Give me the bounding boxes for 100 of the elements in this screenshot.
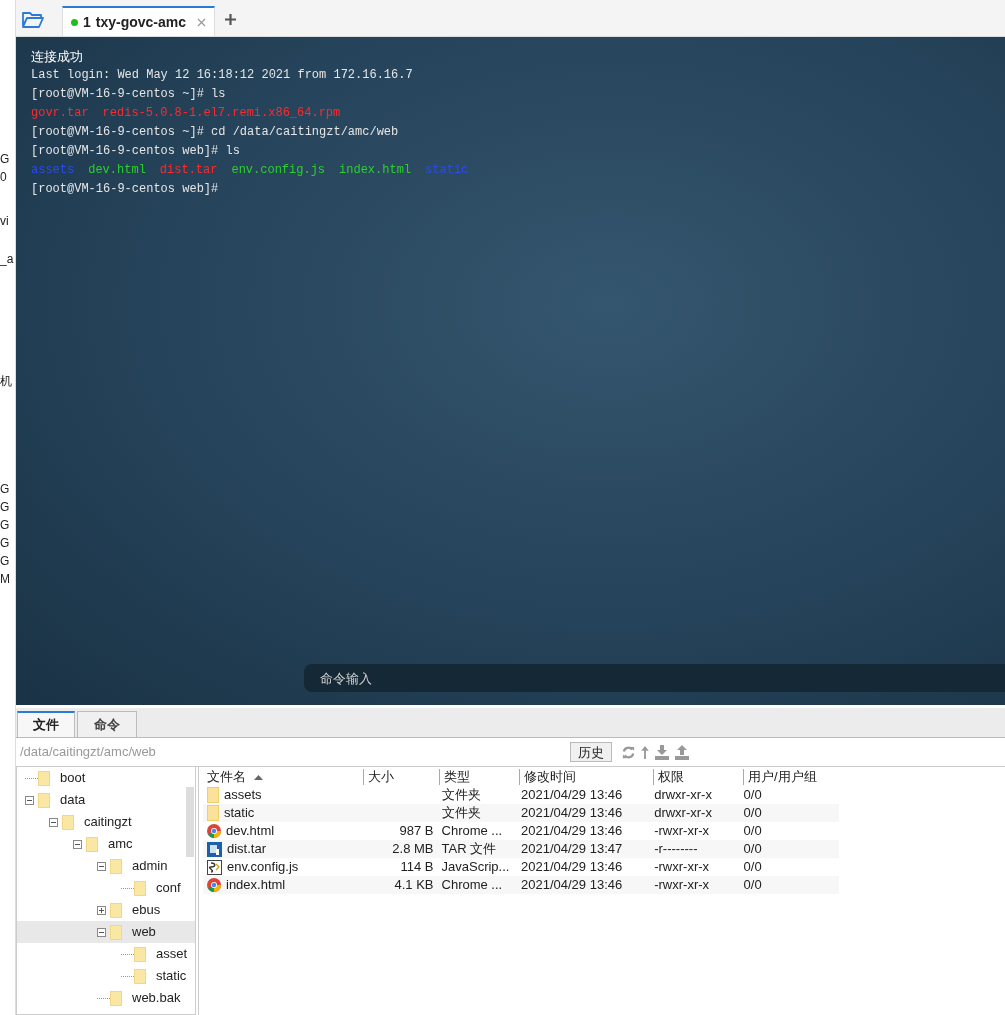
text-fragment: 0: [0, 170, 7, 184]
column-header[interactable]: 用户/用户组: [748, 767, 817, 787]
table-cell-text: JavaScrip...: [441, 858, 510, 877]
column-header[interactable]: 文件名: [207, 767, 246, 787]
folder-icon: [38, 770, 50, 786]
file-name[interactable]: static: [224, 803, 255, 823]
file-name[interactable]: index.html: [226, 875, 286, 895]
text-fragment: vi: [0, 214, 9, 228]
refresh-icon[interactable]: [621, 744, 636, 760]
table-cell-text: 文件夹: [441, 804, 481, 823]
table-cell-text: 2021/04/29 13:46: [521, 804, 623, 823]
collapse-icon[interactable]: [73, 839, 82, 849]
tree-item[interactable]: web: [17, 921, 195, 943]
tree-label[interactable]: data: [60, 790, 86, 810]
folder-icon: [134, 946, 146, 962]
table-cell-text: 0/0: [743, 822, 762, 841]
file-name[interactable]: env.config.js: [227, 857, 299, 877]
terminal-text: assets: [31, 162, 75, 179]
table-cell-text: 0/0: [743, 840, 762, 859]
text-fragment: G: [0, 536, 10, 550]
terminal-text: [root@VM-16-9-centos web]# ls: [31, 143, 240, 160]
tree-label[interactable]: amc: [108, 834, 133, 854]
folder-icon: [110, 902, 122, 918]
file-name[interactable]: dev.html: [226, 821, 275, 841]
table-cell-text: Chrome ...: [441, 822, 503, 841]
table-cell-text: drwxr-xr-x: [654, 804, 712, 823]
table-cell-text: -rwxr-xr-x: [654, 822, 710, 841]
folder-icon: [38, 792, 50, 808]
collapse-icon[interactable]: [49, 817, 58, 827]
table-cell-text: 987 B: [399, 822, 434, 841]
terminal-text: env.config.js: [231, 162, 326, 179]
up-arrow-icon[interactable]: [640, 744, 650, 760]
folder-icon: [62, 814, 74, 830]
collapse-icon[interactable]: [97, 861, 106, 871]
upload-icon[interactable]: [674, 744, 690, 760]
tree-label[interactable]: web.bak: [132, 988, 181, 1008]
table-cell-text: 0/0: [743, 786, 762, 805]
terminal-text: [root@VM-16-9-centos ~]# cd /data/caitingzt/amc/web: [31, 124, 399, 141]
table-cell-text: 114 B: [400, 858, 434, 877]
tree-label[interactable]: asset: [156, 944, 188, 964]
session-tab[interactable]: 1 txy-govc-amc: [62, 6, 216, 36]
table-cell-text: -r--------: [654, 840, 698, 859]
terminal-text: dev.html: [88, 162, 146, 179]
folder-icon[interactable]: [22, 10, 44, 28]
text-fragment: G: [0, 518, 10, 532]
collapse-icon[interactable]: [97, 927, 106, 937]
expand-icon[interactable]: [97, 905, 106, 915]
table-cell-text: 2021/04/29 13:46: [521, 822, 623, 841]
tree-label[interactable]: caitingzt: [84, 812, 132, 832]
folder-icon: [134, 968, 146, 984]
text-fragment: 机: [0, 374, 12, 388]
table-cell-text: drwxr-xr-x: [654, 786, 712, 805]
table-cell-text: TAR 文件: [441, 840, 497, 859]
command-input[interactable]: 命令输入: [304, 664, 1005, 692]
text-fragment: _a: [0, 252, 14, 266]
scrollbar-thumb[interactable]: [186, 787, 194, 857]
download-icon[interactable]: [654, 744, 670, 760]
terminal-text: govr.tar: [31, 105, 89, 122]
tree-label[interactable]: boot: [60, 768, 86, 788]
folder-icon: [207, 805, 219, 821]
close-icon[interactable]: [197, 17, 207, 27]
text-fragment: G: [0, 500, 10, 514]
history-button[interactable]: 历史: [570, 742, 612, 762]
tree-label[interactable]: static: [156, 966, 187, 986]
table-cell-text: -rwxr-xr-x: [654, 858, 710, 877]
sort-arrow-icon[interactable]: [254, 774, 263, 780]
folder-icon: [86, 836, 98, 852]
file-name[interactable]: dist.tar: [227, 839, 266, 859]
tree-label[interactable]: ebus: [132, 900, 161, 920]
folder-icon: [110, 990, 122, 1006]
folder-icon: [207, 787, 219, 803]
table-cell-text: -rwxr-xr-x: [654, 876, 710, 895]
path-text: /data/caitingzt/amc/web: [20, 743, 157, 762]
text-fragment: G: [0, 152, 10, 166]
column-header[interactable]: 大小: [368, 767, 394, 787]
tree-label[interactable]: admin: [132, 856, 168, 876]
tree-label[interactable]: conf: [156, 878, 181, 898]
column-header[interactable]: 类型: [444, 767, 470, 787]
panel-tab[interactable]: 命令: [77, 711, 137, 737]
table-cell-text: 0/0: [743, 858, 762, 877]
table-cell-text: 0/0: [743, 804, 762, 823]
terminal-text: Last login: Wed May 12 16:18:12 2021 from 172.16.16.7: [31, 67, 413, 84]
tab-number: 1: [83, 12, 91, 32]
folder-icon: [134, 880, 146, 896]
file-name[interactable]: assets: [224, 785, 262, 805]
terminal-text: [root@VM-16-9-centos ~]# ls: [31, 86, 226, 103]
table-cell-text: 2.8 MB: [392, 840, 434, 859]
table-cell-text: 2021/04/29 13:46: [521, 786, 623, 805]
table-cell-text: 2021/04/29 13:47: [521, 840, 623, 859]
terminal-text: static: [425, 162, 469, 179]
folder-icon: [110, 924, 122, 940]
table-cell-text: 2021/04/29 13:46: [521, 876, 623, 895]
column-header[interactable]: 权限: [658, 767, 684, 787]
column-header[interactable]: 修改时间: [524, 767, 576, 787]
terminal-text: 连接成功: [31, 48, 83, 66]
panel-tab[interactable]: 文件: [17, 711, 75, 737]
collapse-icon[interactable]: [25, 795, 34, 805]
text-fragment: M: [0, 572, 10, 586]
add-tab-icon[interactable]: [225, 14, 237, 25]
table-cell-text: 4.1 KB: [394, 876, 434, 895]
